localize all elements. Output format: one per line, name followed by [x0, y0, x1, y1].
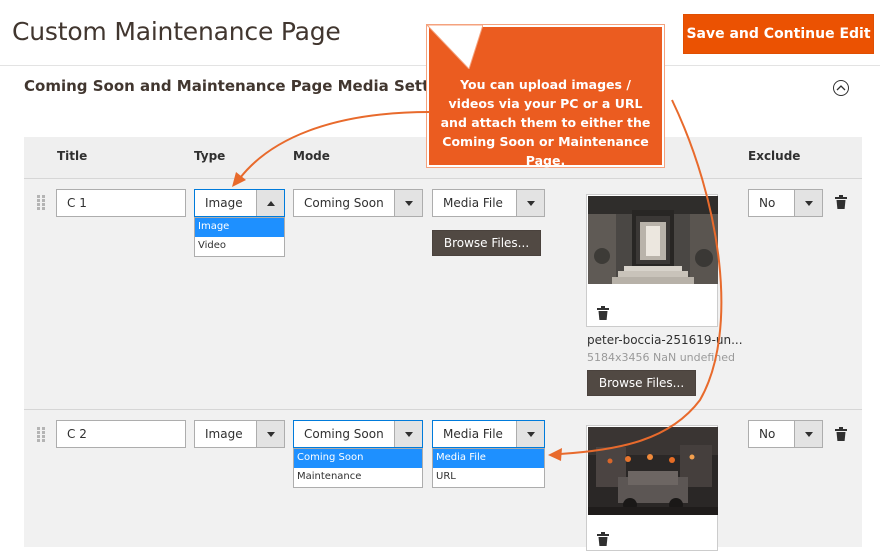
mode-select[interactable]: Coming Soon [293, 420, 423, 448]
chevron-down-icon [394, 421, 422, 447]
source-dropdown: Media File URL [432, 448, 545, 488]
trash-icon[interactable] [835, 427, 847, 441]
table-row: C 1 Image Image Video Coming Soon Media … [24, 179, 862, 409]
collapse-icon[interactable] [833, 80, 849, 96]
type-select-value: Image [205, 196, 243, 210]
column-exclude: Exclude [748, 149, 801, 163]
annotation-text: You can upload images / videos via your … [440, 77, 651, 168]
mode-dropdown: Coming Soon Maintenance [293, 448, 423, 488]
type-dropdown: Image Video [194, 217, 285, 257]
type-select[interactable]: Image [194, 189, 285, 217]
exclude-select[interactable]: No [748, 420, 823, 448]
type-option-image[interactable]: Image [195, 218, 284, 237]
source-select-value: Media File [443, 196, 503, 210]
section-title[interactable]: Coming Soon and Maintenance Page Media S… [24, 77, 465, 95]
media-thumbnail [586, 425, 718, 551]
source-select[interactable]: Media File [432, 420, 545, 448]
exclude-select[interactable]: No [748, 189, 823, 217]
source-select-value: Media File [443, 427, 503, 441]
chevron-down-icon [516, 190, 544, 216]
chevron-up-icon [256, 190, 284, 216]
trash-icon[interactable] [597, 532, 609, 546]
exclude-select-value: No [759, 196, 776, 210]
column-type: Type [194, 149, 226, 163]
media-grid: Title Type Mode e Exclude C 1 Image Imag… [24, 137, 862, 551]
mode-select[interactable]: Coming Soon [293, 189, 423, 217]
table-row: C 2 Image Coming Soon Coming Soon Mainte… [24, 410, 862, 551]
media-thumbnail [586, 194, 718, 327]
drag-handle-icon[interactable] [37, 195, 45, 211]
title-input[interactable]: C 1 [56, 189, 186, 217]
media-preview-image [588, 427, 718, 515]
type-select[interactable]: Image [194, 420, 285, 448]
callout-folded-corner [425, 24, 483, 69]
mode-option-coming-soon[interactable]: Coming Soon [294, 449, 422, 468]
mode-option-maintenance[interactable]: Maintenance [294, 468, 422, 487]
drag-handle-icon[interactable] [37, 427, 45, 443]
browse-files-button[interactable]: Browse Files... [587, 370, 696, 396]
source-option-media-file[interactable]: Media File [433, 449, 544, 468]
column-mode: Mode [293, 149, 330, 163]
title-input[interactable]: C 2 [56, 420, 186, 448]
mode-select-value: Coming Soon [304, 427, 384, 441]
type-option-video[interactable]: Video [195, 237, 284, 256]
chevron-down-icon [256, 421, 284, 447]
file-meta: 5184x3456 NaN undefined [587, 351, 736, 364]
mode-select-value: Coming Soon [304, 196, 384, 210]
trash-icon[interactable] [597, 306, 609, 320]
source-select[interactable]: Media File [432, 189, 545, 217]
source-option-url[interactable]: URL [433, 468, 544, 487]
chevron-down-icon [394, 190, 422, 216]
media-preview-image [588, 196, 718, 284]
page-title: Custom Maintenance Page [12, 17, 341, 46]
chevron-down-icon [794, 190, 822, 216]
exclude-select-value: No [759, 427, 776, 441]
browse-files-button[interactable]: Browse Files... [432, 230, 541, 256]
column-title: Title [57, 149, 88, 163]
save-and-continue-button[interactable]: Save and Continue Edit [683, 14, 874, 54]
chevron-down-icon [794, 421, 822, 447]
chevron-down-icon [516, 421, 544, 447]
file-name: peter-boccia-251619-un... [587, 333, 743, 347]
type-select-value: Image [205, 427, 243, 441]
trash-icon[interactable] [835, 195, 847, 209]
